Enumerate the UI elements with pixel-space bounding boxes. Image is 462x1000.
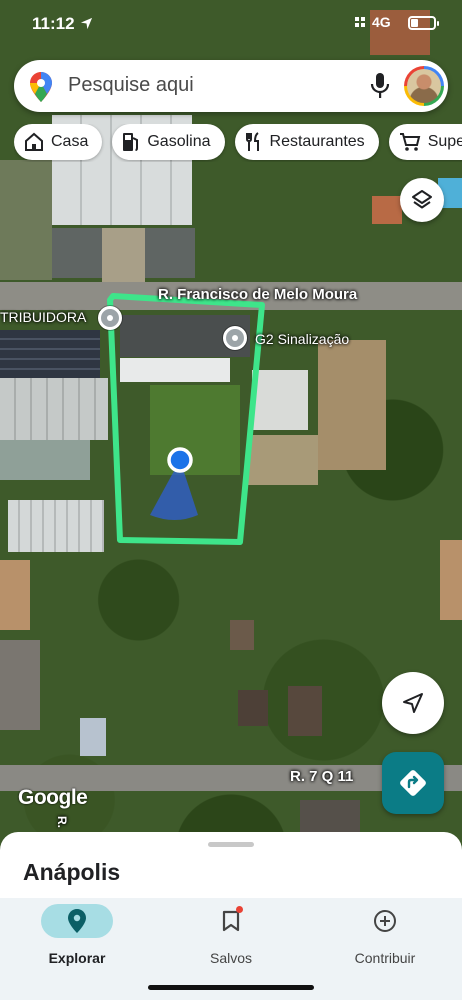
- home-icon: [25, 132, 43, 151]
- nav-label: Contribuir: [354, 950, 416, 966]
- chip-label: Super: [427, 133, 462, 150]
- nav-contribute[interactable]: Contribuir: [315, 904, 455, 974]
- road-label-main: R. Francisco de Melo Moura: [158, 286, 358, 303]
- add-circle-icon: [374, 910, 396, 932]
- chip-restaurants[interactable]: Restaurantes: [234, 124, 379, 160]
- fork-knife-icon: [245, 132, 259, 151]
- battery-icon: [408, 16, 439, 30]
- chip-home[interactable]: Casa: [14, 124, 103, 160]
- search-input[interactable]: Pesquise aqui: [68, 74, 194, 97]
- poi-label-g2[interactable]: G2 Sinalização: [255, 331, 349, 347]
- current-location-dot: [167, 447, 193, 473]
- directions-icon: [400, 770, 426, 796]
- chip-label: Gasolina: [147, 133, 211, 150]
- signal-icon: [355, 17, 365, 27]
- status-bar: 11:12 4G: [0, 0, 462, 48]
- nav-label: Salvos: [209, 950, 253, 966]
- road-label-bottom: R. 7 Q 11: [290, 768, 354, 785]
- location-arrow-icon: [80, 17, 93, 30]
- chip-gas[interactable]: Gasolina: [112, 124, 225, 160]
- poi-pin-distributor[interactable]: [98, 306, 122, 330]
- google-attribution: Google: [18, 786, 88, 809]
- road-label-side: R.: [55, 816, 69, 828]
- explore-icon-container: [41, 904, 113, 938]
- status-time: 11:12: [32, 14, 75, 33]
- poi-pin-g2[interactable]: [223, 326, 247, 350]
- contribute-icon-container: [349, 904, 421, 938]
- home-indicator: [148, 985, 314, 990]
- sheet-title: Anápolis: [23, 859, 121, 885]
- category-chips: Casa Gasolina Restaurantes Super: [14, 124, 462, 162]
- poi-label-distributor[interactable]: TRIBUIDORA: [0, 309, 86, 325]
- chip-supermarket[interactable]: Super: [388, 124, 462, 160]
- sheet-drag-handle[interactable]: [208, 842, 254, 847]
- search-bar[interactable]: Pesquise aqui: [14, 60, 448, 112]
- shopping-cart-icon: [399, 133, 420, 151]
- gas-station-icon: [123, 133, 139, 151]
- nav-saved[interactable]: Salvos: [161, 904, 301, 974]
- google-maps-pin-icon: [30, 72, 52, 102]
- layers-icon: [412, 190, 432, 209]
- layers-button[interactable]: [400, 178, 444, 222]
- recenter-button[interactable]: [382, 672, 444, 734]
- chip-label: Casa: [51, 133, 89, 150]
- nav-explore[interactable]: Explorar: [7, 904, 147, 974]
- notification-dot: [236, 906, 243, 913]
- microphone-icon[interactable]: [370, 73, 390, 99]
- navigation-arrow-icon: [403, 693, 423, 713]
- chip-label: Restaurantes: [269, 133, 365, 150]
- nav-label: Explorar: [48, 950, 106, 966]
- directions-button[interactable]: [382, 752, 444, 814]
- network-type: 4G: [372, 14, 391, 30]
- saved-icon-container: [195, 904, 267, 938]
- profile-avatar[interactable]: [404, 66, 444, 106]
- explore-pin-icon: [68, 909, 86, 933]
- bookmark-icon: [222, 910, 240, 932]
